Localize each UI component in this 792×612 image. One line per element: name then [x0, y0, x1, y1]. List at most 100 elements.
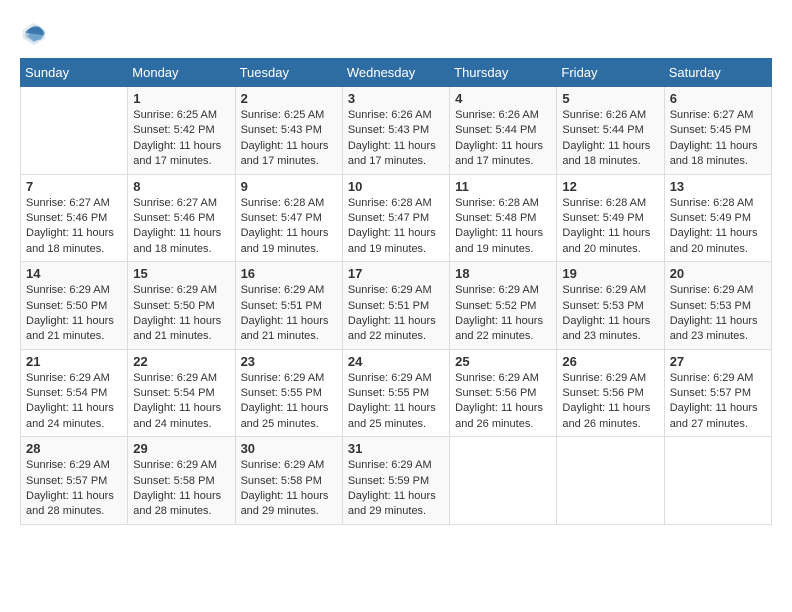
day-info: Sunrise: 6:28 AMSunset: 5:47 PMDaylight:… — [348, 196, 444, 258]
day-number: 18 — [455, 266, 551, 281]
day-cell: 21 Sunrise: 6:29 AMSunset: 5:54 PMDayligh… — [21, 349, 128, 437]
day-cell: 27Sunrise: 6:29 AMSunset: 5:57 PMDayligh… — [664, 349, 771, 437]
day-info: Sunrise: 6:29 AMSunset: 5:50 PMDaylight:… — [133, 283, 229, 345]
day-cell: 18 Sunrise: 6:29 AMSunset: 5:52 PMDayligh… — [450, 262, 557, 350]
day-cell: 15 Sunrise: 6:29 AMSunset: 5:50 PMDayligh… — [128, 262, 235, 350]
calendar-table: SundayMondayTuesdayWednesdayThursdayFrid… — [20, 58, 772, 525]
day-cell: 8Sunrise: 6:27 AMSunset: 5:46 PMDaylight… — [128, 174, 235, 262]
day-number: 19 — [562, 266, 658, 281]
day-cell: 14 Sunrise: 6:29 AMSunset: 5:50 PMDayligh… — [21, 262, 128, 350]
day-cell: 2 Sunrise: 6:25 AMSunset: 5:43 PMDaylight… — [235, 87, 342, 175]
day-info: Sunrise: 6:28 AMSunset: 5:49 PMDaylight:… — [670, 196, 766, 258]
logo — [20, 20, 52, 48]
day-number: 30 — [241, 441, 337, 456]
day-cell: 23 Sunrise: 6:29 AMSunset: 5:55 PMDayligh… — [235, 349, 342, 437]
week-row-5: 28Sunrise: 6:29 AMSunset: 5:57 PMDayligh… — [21, 437, 772, 525]
day-cell: 13 Sunrise: 6:28 AMSunset: 5:49 PMDayligh… — [664, 174, 771, 262]
day-info: Sunrise: 6:27 AMSunset: 5:45 PMDaylight:… — [670, 108, 766, 170]
day-number: 31 — [348, 441, 444, 456]
day-cell: 28Sunrise: 6:29 AMSunset: 5:57 PMDayligh… — [21, 437, 128, 525]
day-cell: 22Sunrise: 6:29 AMSunset: 5:54 PMDayligh… — [128, 349, 235, 437]
day-info: Sunrise: 6:26 AMSunset: 5:44 PMDaylight:… — [455, 108, 551, 170]
day-number: 11 — [455, 179, 551, 194]
page-header — [20, 20, 772, 48]
week-row-2: 7 Sunrise: 6:27 AMSunset: 5:46 PMDaylight… — [21, 174, 772, 262]
day-cell: 31 Sunrise: 6:29 AMSunset: 5:59 PMDayligh… — [342, 437, 449, 525]
day-number: 29 — [133, 441, 229, 456]
day-number: 25 — [455, 354, 551, 369]
day-cell: 1Sunrise: 6:25 AMSunset: 5:42 PMDaylight… — [128, 87, 235, 175]
day-number: 1 — [133, 91, 229, 106]
day-number: 4 — [455, 91, 551, 106]
day-number: 20 — [670, 266, 766, 281]
day-number: 16 — [241, 266, 337, 281]
logo-icon — [20, 20, 48, 48]
calendar-header: SundayMondayTuesdayWednesdayThursdayFrid… — [21, 59, 772, 87]
day-cell: 3 Sunrise: 6:26 AMSunset: 5:43 PMDaylight… — [342, 87, 449, 175]
day-number: 17 — [348, 266, 444, 281]
header-cell-tuesday: Tuesday — [235, 59, 342, 87]
header-cell-thursday: Thursday — [450, 59, 557, 87]
day-cell: 7Sunrise: 6:27 AMSunset: 5:46 PMDaylight… — [21, 174, 128, 262]
day-info: Sunrise: 6:29 AMSunset: 5:52 PMDaylight:… — [455, 283, 551, 345]
day-cell: 29 Sunrise: 6:29 AMSunset: 5:58 PMDayligh… — [128, 437, 235, 525]
day-info: Sunrise: 6:28 AMSunset: 5:49 PMDaylight:… — [562, 196, 658, 258]
day-info: Sunrise: 6:29 AMSunset: 5:58 PMDaylight:… — [133, 458, 229, 520]
day-info: Sunrise: 6:29 AMSunset: 5:56 PMDaylight:… — [455, 371, 551, 433]
day-info: Sunrise: 6:29 AMSunset: 5:54 PMDaylight:… — [26, 371, 122, 433]
day-info: Sunrise: 6:26 AMSunset: 5:43 PMDaylight:… — [348, 108, 444, 170]
day-info: Sunrise: 6:29 AMSunset: 5:59 PMDaylight:… — [348, 458, 444, 520]
day-cell: 30 Sunrise: 6:29 AMSunset: 5:58 PMDayligh… — [235, 437, 342, 525]
day-info: Sunrise: 6:29 AMSunset: 5:53 PMDaylight:… — [670, 283, 766, 345]
calendar-body: 1Sunrise: 6:25 AMSunset: 5:42 PMDaylight… — [21, 87, 772, 525]
day-cell — [450, 437, 557, 525]
day-cell: 16 Sunrise: 6:29 AMSunset: 5:51 PMDayligh… — [235, 262, 342, 350]
day-info: Sunrise: 6:29 AMSunset: 5:51 PMDaylight:… — [241, 283, 337, 345]
day-info: Sunrise: 6:25 AMSunset: 5:43 PMDaylight:… — [241, 108, 337, 170]
day-info: Sunrise: 6:29 AMSunset: 5:58 PMDaylight:… — [241, 458, 337, 520]
day-cell: 10 Sunrise: 6:28 AMSunset: 5:47 PMDayligh… — [342, 174, 449, 262]
header-row: SundayMondayTuesdayWednesdayThursdayFrid… — [21, 59, 772, 87]
day-info: Sunrise: 6:29 AMSunset: 5:57 PMDaylight:… — [26, 458, 122, 520]
day-number: 2 — [241, 91, 337, 106]
day-cell: 17Sunrise: 6:29 AMSunset: 5:51 PMDayligh… — [342, 262, 449, 350]
day-number: 5 — [562, 91, 658, 106]
day-number: 22 — [133, 354, 229, 369]
day-info: Sunrise: 6:29 AMSunset: 5:50 PMDaylight:… — [26, 283, 122, 345]
day-info: Sunrise: 6:29 AMSunset: 5:57 PMDaylight:… — [670, 371, 766, 433]
header-cell-saturday: Saturday — [664, 59, 771, 87]
day-info: Sunrise: 6:26 AMSunset: 5:44 PMDaylight:… — [562, 108, 658, 170]
day-info: Sunrise: 6:29 AMSunset: 5:55 PMDaylight:… — [241, 371, 337, 433]
day-number: 6 — [670, 91, 766, 106]
week-row-4: 21 Sunrise: 6:29 AMSunset: 5:54 PMDayligh… — [21, 349, 772, 437]
day-cell: 20 Sunrise: 6:29 AMSunset: 5:53 PMDayligh… — [664, 262, 771, 350]
day-info: Sunrise: 6:29 AMSunset: 5:53 PMDaylight:… — [562, 283, 658, 345]
day-cell: 6 Sunrise: 6:27 AMSunset: 5:45 PMDaylight… — [664, 87, 771, 175]
day-cell: 19 Sunrise: 6:29 AMSunset: 5:53 PMDayligh… — [557, 262, 664, 350]
day-cell — [21, 87, 128, 175]
week-row-3: 14 Sunrise: 6:29 AMSunset: 5:50 PMDayligh… — [21, 262, 772, 350]
day-number: 13 — [670, 179, 766, 194]
day-number: 10 — [348, 179, 444, 194]
header-cell-wednesday: Wednesday — [342, 59, 449, 87]
day-cell — [557, 437, 664, 525]
day-info: Sunrise: 6:29 AMSunset: 5:56 PMDaylight:… — [562, 371, 658, 433]
day-number: 14 — [26, 266, 122, 281]
day-number: 26 — [562, 354, 658, 369]
header-cell-monday: Monday — [128, 59, 235, 87]
day-number: 15 — [133, 266, 229, 281]
header-cell-sunday: Sunday — [21, 59, 128, 87]
day-number: 7 — [26, 179, 122, 194]
day-cell: 5 Sunrise: 6:26 AMSunset: 5:44 PMDaylight… — [557, 87, 664, 175]
day-number: 24 — [348, 354, 444, 369]
day-cell: 4 Sunrise: 6:26 AMSunset: 5:44 PMDaylight… — [450, 87, 557, 175]
day-cell: 26 Sunrise: 6:29 AMSunset: 5:56 PMDayligh… — [557, 349, 664, 437]
day-number: 21 — [26, 354, 122, 369]
day-cell: 12Sunrise: 6:28 AMSunset: 5:49 PMDayligh… — [557, 174, 664, 262]
day-cell — [664, 437, 771, 525]
day-number: 9 — [241, 179, 337, 194]
day-info: Sunrise: 6:27 AMSunset: 5:46 PMDaylight:… — [133, 196, 229, 258]
day-number: 3 — [348, 91, 444, 106]
day-number: 23 — [241, 354, 337, 369]
day-cell: 25 Sunrise: 6:29 AMSunset: 5:56 PMDayligh… — [450, 349, 557, 437]
